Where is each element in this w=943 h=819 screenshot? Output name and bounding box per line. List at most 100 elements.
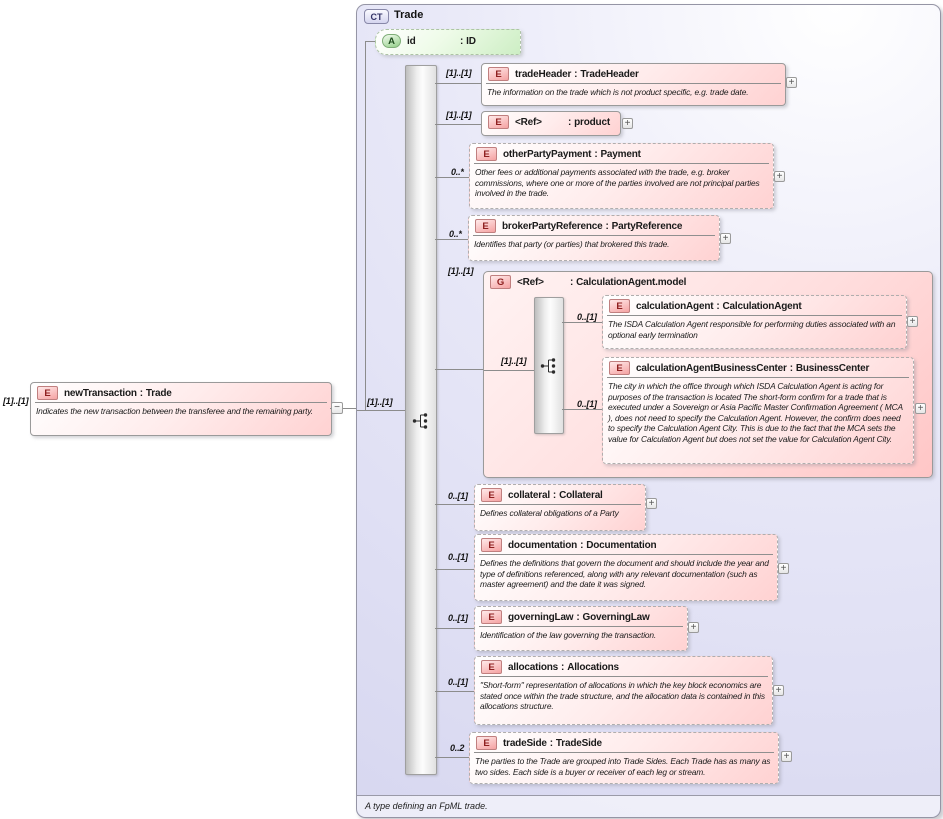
element-title: E newTransaction : Trade — [31, 383, 331, 402]
connector — [562, 322, 602, 323]
schema-diagram: [1]..[1] E newTransaction : Trade Indica… — [0, 0, 943, 819]
element-title: E collateral : Collateral — [475, 485, 645, 504]
element-calculationAgentBusinessCenter[interactable]: E calculationAgentBusinessCenter : Busin… — [602, 357, 914, 464]
group-badge: G — [490, 275, 511, 289]
element-name: <Ref> — [515, 117, 565, 128]
element-title: E <Ref> : product — [482, 112, 620, 131]
connector — [365, 41, 366, 411]
connector — [435, 177, 469, 178]
connector — [435, 628, 474, 629]
expand-button[interactable]: + — [773, 685, 784, 696]
element-name: brokerPartyReference — [502, 221, 603, 232]
element-otherPartyPayment[interactable]: E otherPartyPayment : Payment Other fees… — [469, 143, 774, 209]
element-product[interactable]: E <Ref> : product — [481, 111, 621, 136]
element-annotation: Indicates the new transaction between th… — [31, 403, 331, 421]
element-title: E documentation : Documentation — [475, 535, 777, 554]
attribute-badge: A — [382, 34, 401, 48]
element-title: E allocations : Allocations — [475, 657, 772, 676]
complex-type-badge: CT — [364, 9, 389, 24]
element-allocations[interactable]: E allocations : Allocations "Short-form"… — [474, 656, 773, 725]
element-type: product — [574, 117, 610, 128]
expand-button[interactable]: + — [774, 171, 785, 182]
connector — [435, 569, 474, 570]
element-badge: E — [475, 219, 496, 233]
cardinality: 0..[1] — [448, 552, 468, 562]
element-brokerPartyReference[interactable]: E brokerPartyReference : PartyReference … — [468, 215, 720, 261]
sequence-icon — [412, 411, 429, 431]
cardinality: 0..* — [449, 229, 462, 239]
element-annotation: Identification of the law governing the … — [475, 627, 687, 645]
cardinality: [1]..[1] — [448, 266, 473, 276]
element-newTransaction[interactable]: E newTransaction : Trade Indicates the n… — [30, 382, 332, 436]
root-cardinality: [1]..[1] — [3, 396, 28, 406]
connector — [435, 124, 481, 125]
collapse-toggle[interactable]: − — [331, 402, 343, 414]
attribute-type: ID — [466, 36, 476, 47]
element-type: PartyReference — [612, 221, 683, 232]
element-badge: E — [609, 299, 630, 313]
cardinality: [1]..[1] — [446, 110, 471, 120]
sequence-icon — [540, 356, 557, 376]
group-CalculationAgent-model[interactable]: G <Ref> : CalculationAgent.model [1]..[1… — [483, 271, 933, 478]
expand-button[interactable]: + — [915, 403, 926, 414]
complex-type-trade: CT Trade [1]..[1] A id : ID — [356, 4, 941, 818]
element-type: TradeSide — [556, 738, 602, 749]
element-collateral[interactable]: E collateral : Collateral Defines collat… — [474, 484, 646, 531]
element-name: governingLaw — [508, 612, 573, 623]
colon: : — [594, 149, 597, 160]
element-name: otherPartyPayment — [503, 149, 591, 160]
element-badge: E — [476, 147, 497, 161]
expand-button[interactable]: + — [907, 316, 918, 327]
group-name: <Ref> — [517, 277, 567, 288]
cardinality: [1]..[1] — [446, 68, 471, 78]
colon: : — [460, 36, 463, 47]
expand-button[interactable]: + — [720, 233, 731, 244]
element-annotation: The parties to the Trade are grouped int… — [470, 753, 778, 781]
expand-button[interactable]: + — [622, 118, 633, 129]
element-name: calculationAgentBusinessCenter — [636, 363, 787, 374]
colon: : — [606, 221, 609, 232]
connector — [435, 369, 483, 370]
colon: : — [553, 490, 556, 501]
element-badge: E — [481, 660, 502, 674]
element-name: tradeSide — [503, 738, 547, 749]
expand-button[interactable]: + — [688, 622, 699, 633]
element-type: CalculationAgent — [723, 301, 802, 312]
colon: : — [576, 612, 579, 623]
element-badge: E — [488, 67, 509, 81]
element-governingLaw[interactable]: E governingLaw : GoverningLaw Identifica… — [474, 606, 688, 651]
colon: : — [570, 277, 573, 288]
expand-button[interactable]: + — [786, 77, 797, 88]
colon: : — [561, 662, 564, 673]
attribute-id[interactable]: A id : ID — [375, 29, 521, 55]
element-badge: E — [476, 736, 497, 750]
expand-button[interactable]: + — [646, 498, 657, 509]
element-annotation: Defines the definitions that govern the … — [475, 555, 777, 594]
element-annotation: The city in which the office through whi… — [603, 378, 913, 449]
expand-button[interactable]: + — [778, 563, 789, 574]
element-title: E calculationAgent : CalculationAgent — [603, 296, 906, 315]
element-type: Payment — [600, 149, 640, 160]
element-tradeHeader[interactable]: E tradeHeader : TradeHeader The informat… — [481, 63, 786, 106]
element-annotation: "Short-form" representation of allocatio… — [475, 677, 772, 716]
element-annotation: The information on the trade which is no… — [482, 84, 785, 102]
element-title: E calculationAgentBusinessCenter : Busin… — [603, 358, 913, 377]
element-badge: E — [609, 361, 630, 375]
cardinality: 0..2 — [450, 743, 464, 753]
element-title: E tradeHeader : TradeHeader — [482, 64, 785, 83]
element-calculationAgent[interactable]: E calculationAgent : CalculationAgent Th… — [602, 295, 907, 349]
connector — [484, 370, 535, 371]
element-type: TradeHeader — [580, 69, 638, 80]
expand-button[interactable]: + — [781, 751, 792, 762]
cardinality: 0..* — [451, 167, 464, 177]
element-badge: E — [481, 488, 502, 502]
colon: : — [568, 117, 571, 128]
element-type: Trade — [146, 388, 172, 399]
group-type: CalculationAgent.model — [576, 277, 686, 288]
cardinality: 0..[1] — [577, 312, 597, 322]
connector — [357, 410, 406, 411]
element-badge: E — [481, 610, 502, 624]
attribute-name: id — [407, 36, 457, 47]
element-documentation[interactable]: E documentation : Documentation Defines … — [474, 534, 778, 601]
element-tradeSide[interactable]: E tradeSide : TradeSide The parties to t… — [469, 732, 779, 784]
